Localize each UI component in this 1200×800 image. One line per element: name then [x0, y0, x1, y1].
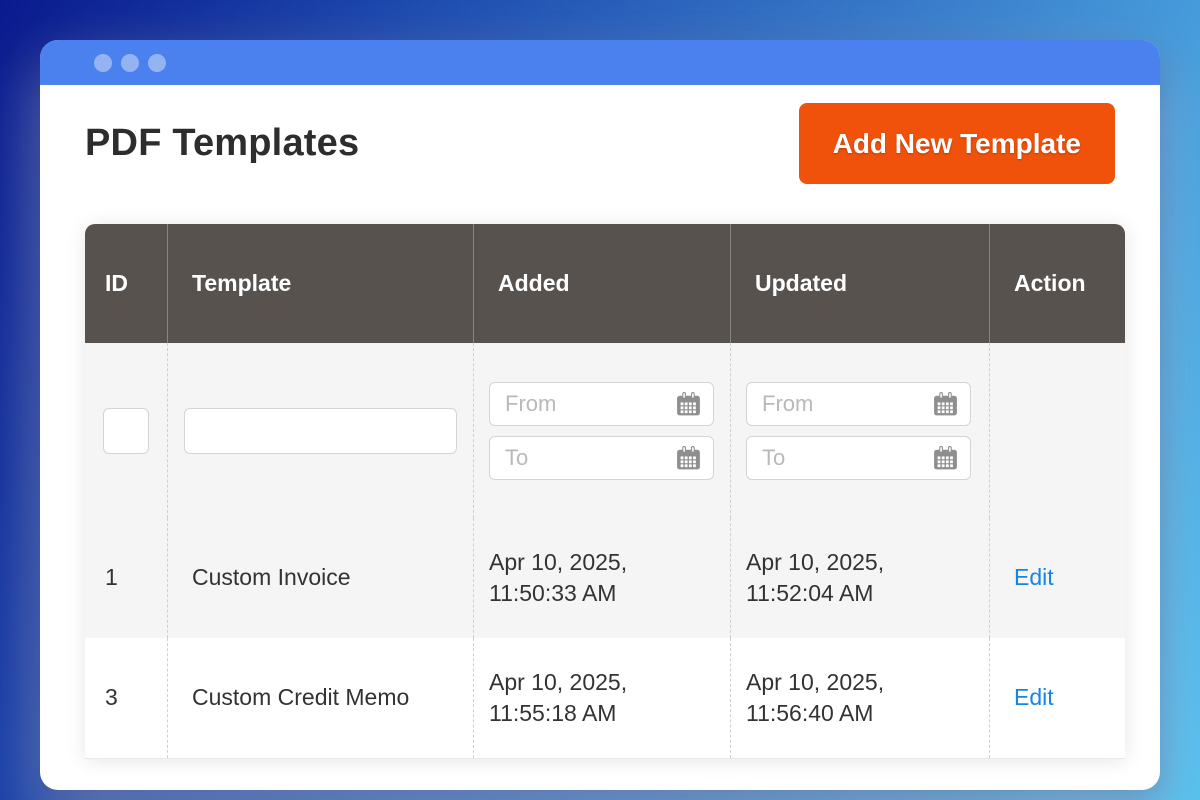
calendar-icon[interactable] [675, 390, 702, 417]
window-control-dot[interactable] [148, 54, 166, 72]
templates-table: ID Template Added Updated Action [85, 224, 1125, 759]
column-header-updated: Updated [730, 224, 989, 343]
calendar-icon[interactable] [675, 444, 702, 471]
row-updated-date: Apr 10, 2025, 11:52:04 AM [730, 518, 989, 638]
row-template-name: Custom Invoice [167, 518, 473, 638]
updated-from-field [746, 382, 971, 426]
updated-to-field [746, 436, 971, 480]
add-new-template-button[interactable]: Add New Template [799, 103, 1115, 184]
table-header-row: ID Template Added Updated Action [85, 224, 1125, 343]
page-header: PDF Templates Add New Template [85, 103, 1115, 184]
id-filter-input[interactable] [103, 408, 149, 454]
edit-link[interactable]: Edit [1014, 562, 1054, 593]
added-to-field [489, 436, 714, 480]
row-added-date: Apr 10, 2025, 11:50:33 AM [473, 518, 730, 638]
row-updated-date: Apr 10, 2025, 11:56:40 AM [730, 638, 989, 758]
column-header-action: Action [989, 224, 1125, 343]
page-content: PDF Templates Add New Template ID Templa… [40, 103, 1160, 759]
column-header-template: Template [167, 224, 473, 343]
table-row: 1 Custom Invoice Apr 10, 2025, 11:50:33 … [85, 518, 1125, 638]
edit-link[interactable]: Edit [1014, 682, 1054, 713]
template-filter-input[interactable] [184, 408, 457, 454]
page-title: PDF Templates [85, 122, 359, 165]
window-titlebar [40, 40, 1160, 85]
row-template-name: Custom Credit Memo [167, 638, 473, 758]
window-control-dot[interactable] [94, 54, 112, 72]
table-body: 1 Custom Invoice Apr 10, 2025, 11:50:33 … [85, 343, 1125, 758]
calendar-icon[interactable] [932, 444, 959, 471]
added-from-field [489, 382, 714, 426]
filter-action-cell [989, 343, 1125, 518]
column-header-id: ID [85, 224, 167, 343]
row-id: 3 [85, 638, 167, 758]
calendar-icon[interactable] [932, 390, 959, 417]
window-control-dot[interactable] [121, 54, 139, 72]
app-window: PDF Templates Add New Template ID Templa… [40, 40, 1160, 790]
row-added-date: Apr 10, 2025, 11:55:18 AM [473, 638, 730, 758]
row-id: 1 [85, 518, 167, 638]
filter-row [85, 343, 1125, 518]
column-header-added: Added [473, 224, 730, 343]
table-row: 3 Custom Credit Memo Apr 10, 2025, 11:55… [85, 638, 1125, 758]
